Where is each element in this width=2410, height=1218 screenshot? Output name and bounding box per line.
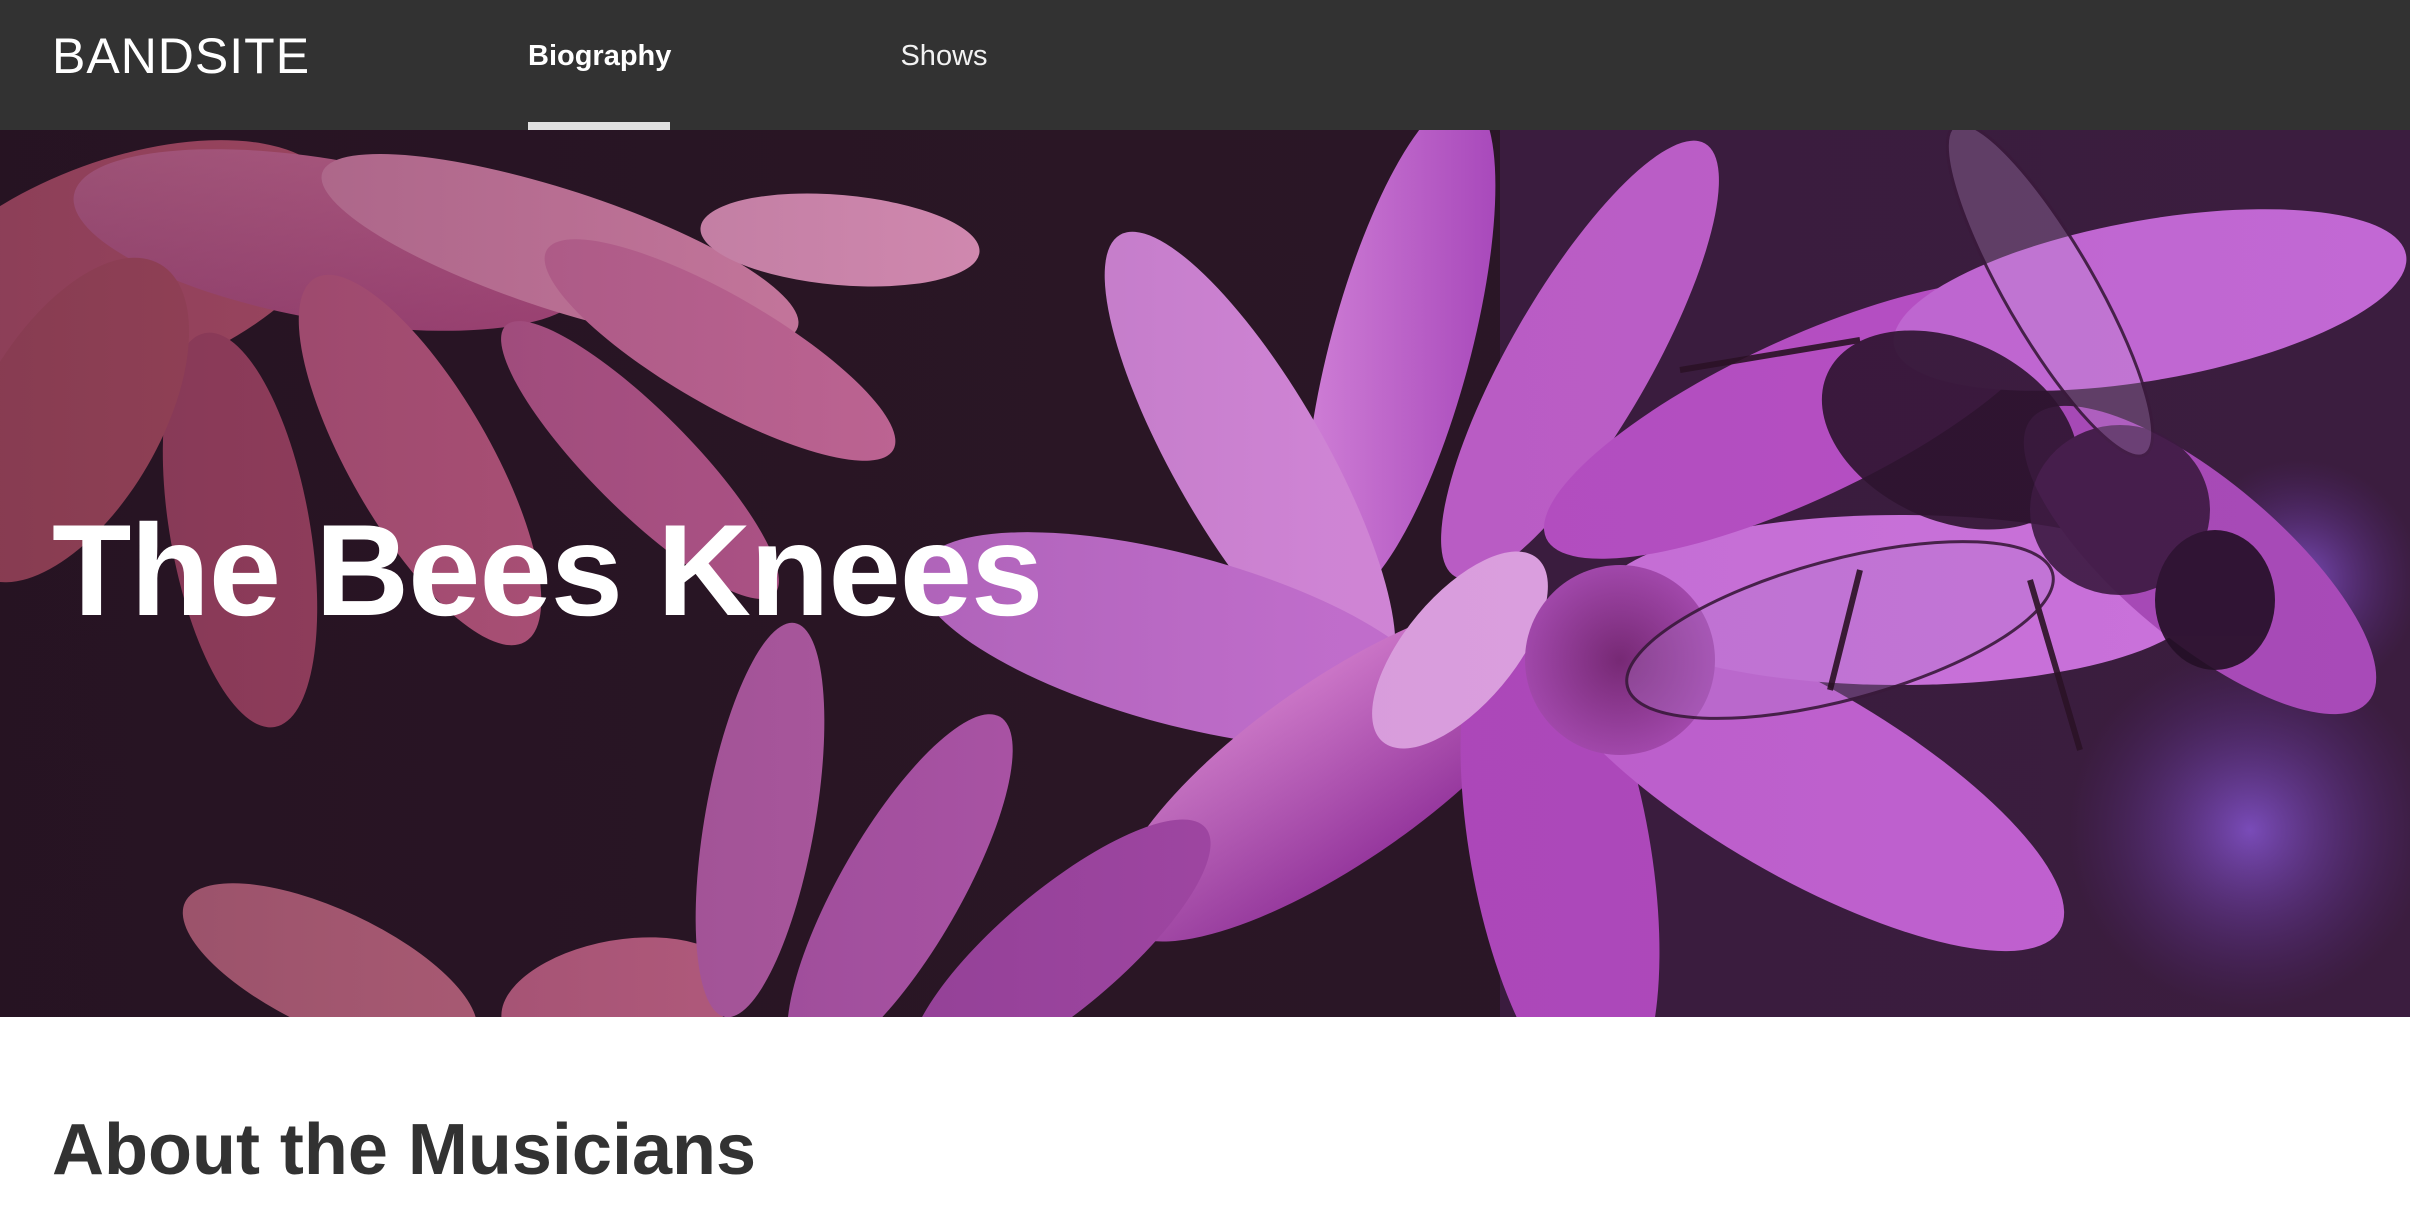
site-header: BANDSITE Biography Shows	[0, 0, 2410, 130]
nav-link-biography-label: Biography	[528, 40, 672, 72]
nav-active-underline	[528, 122, 670, 130]
nav-link-biography[interactable]: Biography	[528, 36, 672, 130]
nav-link-shows-label: Shows	[900, 40, 988, 72]
site-logo[interactable]: BANDSITE	[52, 26, 310, 86]
nav-link-shows[interactable]: Shows	[898, 36, 990, 130]
page: BANDSITE Biography Shows The Bees Knees …	[0, 0, 2410, 1218]
about-heading: About the Musicians	[52, 1110, 757, 1190]
hero-banner: The Bees Knees	[0, 130, 2410, 1017]
hero-title: The Bees Knees	[52, 497, 1043, 643]
